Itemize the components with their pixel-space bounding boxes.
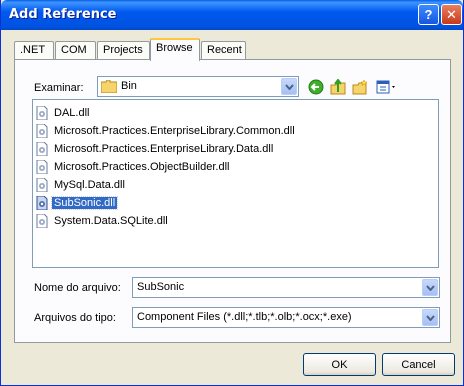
list-item-selected[interactable]: SubSonic.dll bbox=[35, 195, 119, 211]
help-icon[interactable]: ? bbox=[418, 4, 439, 25]
tab-recent[interactable]: Recent bbox=[201, 41, 246, 60]
dll-file-icon bbox=[36, 196, 48, 210]
folder-icon bbox=[100, 79, 118, 96]
chevron-down-icon[interactable] bbox=[281, 78, 297, 95]
back-icon[interactable] bbox=[307, 78, 325, 96]
dll-file-icon bbox=[36, 106, 48, 120]
look-in-combo[interactable]: Bin bbox=[97, 76, 299, 97]
tab-browse[interactable]: Browse bbox=[150, 38, 200, 61]
file-name-label: Nome do arquivo: bbox=[34, 282, 121, 294]
views-menu-icon[interactable] bbox=[375, 78, 399, 96]
cancel-button[interactable]: Cancel bbox=[382, 353, 455, 376]
list-item[interactable]: MySql.Data.dll bbox=[35, 177, 127, 193]
chevron-down-icon[interactable] bbox=[422, 309, 438, 326]
up-folder-icon[interactable] bbox=[329, 78, 347, 96]
dll-file-icon bbox=[36, 160, 48, 174]
new-folder-icon[interactable] bbox=[351, 78, 369, 96]
title-bar[interactable]: Add Reference ? ✕ bbox=[1, 0, 463, 30]
tab-dotnet[interactable]: .NET bbox=[14, 41, 54, 60]
file-type-select[interactable]: Component Files (*.dll;*.tlb;*.olb;*.ocx… bbox=[132, 307, 440, 328]
close-icon[interactable]: ✕ bbox=[441, 4, 462, 25]
look-in-label: Examinar: bbox=[34, 82, 84, 94]
file-type-value: Component Files (*.dll;*.tlb;*.olb;*.ocx… bbox=[137, 311, 352, 323]
file-list[interactable]: DAL.dll Microsoft.Practices.EnterpriseLi… bbox=[32, 99, 439, 268]
list-item[interactable]: Microsoft.Practices.EnterpriseLibrary.Da… bbox=[35, 141, 275, 157]
list-item[interactable]: Microsoft.Practices.EnterpriseLibrary.Co… bbox=[35, 123, 297, 139]
chevron-down-icon[interactable] bbox=[422, 279, 438, 296]
dll-file-icon bbox=[36, 124, 48, 138]
ok-button[interactable]: OK bbox=[303, 353, 376, 376]
file-name-input[interactable]: SubSonic bbox=[132, 277, 440, 298]
dll-file-icon bbox=[36, 142, 48, 156]
dll-file-icon bbox=[36, 214, 48, 228]
add-reference-dialog: Add Reference ? ✕ .NET COM Projects Brow… bbox=[0, 0, 464, 386]
list-item[interactable]: System.Data.SQLite.dll bbox=[35, 213, 170, 229]
look-in-value: Bin bbox=[121, 80, 137, 92]
list-item[interactable]: Microsoft.Practices.ObjectBuilder.dll bbox=[35, 159, 231, 175]
dll-file-icon bbox=[36, 178, 48, 192]
file-name-value: SubSonic bbox=[137, 281, 185, 293]
list-item[interactable]: DAL.dll bbox=[35, 105, 91, 121]
tab-com[interactable]: COM bbox=[55, 41, 96, 60]
tab-projects[interactable]: Projects bbox=[97, 41, 150, 60]
file-type-label: Arquivos do tipo: bbox=[34, 312, 116, 324]
window-title: Add Reference bbox=[9, 7, 117, 22]
